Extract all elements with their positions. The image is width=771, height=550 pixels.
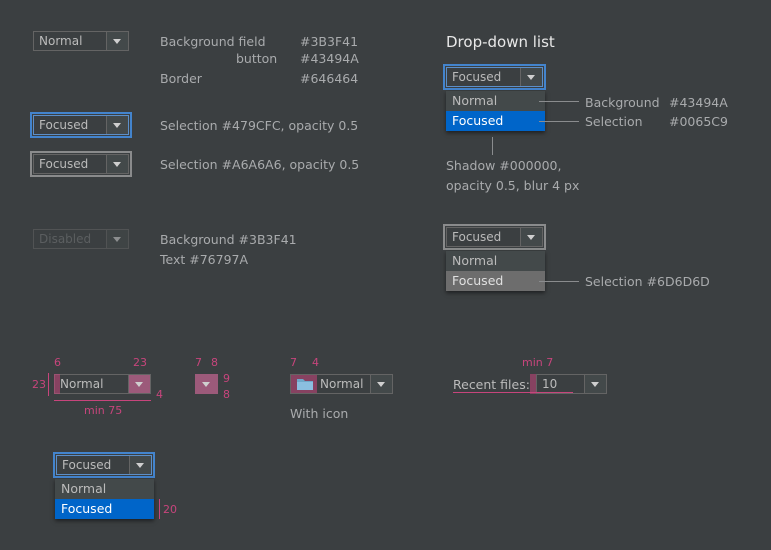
metric-4b: 4: [312, 356, 319, 369]
metric-23-vertical: 23: [32, 378, 46, 391]
note-bg-field: Background field: [160, 34, 266, 49]
metric-4: 4: [156, 388, 163, 401]
combo-metrics-text: Normal: [60, 377, 104, 391]
combo-disabled-text: Disabled: [39, 232, 92, 246]
note-border-hex: #646464: [300, 71, 359, 86]
dropdown-field-gray[interactable]: Focused: [446, 227, 543, 247]
metric-bar: [453, 392, 573, 393]
chevron-down-icon[interactable]: [370, 375, 392, 393]
dropdown-shadow-2: opacity 0.5, blur 4 px: [446, 178, 580, 193]
combo-focused-gray[interactable]: Focused: [33, 154, 129, 174]
dropdown-field-blue[interactable]: Focused: [446, 67, 543, 87]
dropdown-title: Drop-down list: [446, 33, 555, 51]
list-item[interactable]: Normal: [446, 251, 545, 271]
combo-metrics[interactable]: Normal: [54, 374, 151, 394]
metric-20: 20: [163, 503, 177, 516]
recent-files-label: Recent files:: [453, 377, 530, 392]
combo-with-icon[interactable]: Normal: [290, 374, 393, 394]
leader-line: [492, 137, 493, 155]
recent-files-value: 10: [542, 377, 558, 391]
recent-files-combo[interactable]: 10: [536, 374, 607, 394]
chevron-down-icon[interactable]: [106, 155, 128, 173]
combo-normal-text: Normal: [39, 34, 83, 48]
list-item-selected[interactable]: Focused: [55, 499, 154, 519]
chevron-down-icon: [106, 230, 128, 248]
dropdown-field-text: Focused: [452, 70, 502, 84]
bottom-dropdown-text: Focused: [62, 458, 112, 472]
dropdown-bg-hex: #43494A: [669, 95, 728, 110]
metric-bar: [48, 373, 49, 396]
list-item[interactable]: Normal: [55, 479, 154, 499]
dropdown-shadow-1: Shadow #000000,: [446, 158, 562, 173]
chevron-down-icon[interactable]: [584, 375, 606, 393]
dropdown-field-text: Focused: [452, 230, 502, 244]
combo-disabled: Disabled: [33, 229, 129, 249]
leader-line: [539, 101, 579, 102]
chevron-down-icon[interactable]: [106, 116, 128, 134]
folder-icon: [291, 375, 317, 393]
list-item-selected[interactable]: Focused: [446, 271, 545, 291]
with-icon-label: With icon: [290, 406, 349, 421]
combo-focused-text: Focused: [39, 118, 89, 132]
leader-line: [539, 121, 579, 122]
note-button: button: [236, 51, 278, 66]
note-button-hex: #43494A: [300, 51, 359, 66]
metric-min75: min 75: [84, 404, 123, 417]
metric-7: 7: [195, 356, 202, 369]
dropdown-sel-hex: #0065C9: [669, 114, 728, 129]
list-item-selected[interactable]: Focused: [446, 111, 545, 131]
bottom-dropdown-list: Normal Focused: [55, 479, 154, 519]
button-metrics[interactable]: [195, 374, 218, 394]
dropdown-sel-label: Selection: [585, 114, 643, 129]
note-border: Border: [160, 71, 202, 86]
dropdown-sel2: Selection #6D6D6D: [585, 274, 710, 289]
list-item[interactable]: Normal: [446, 91, 545, 111]
combo-with-icon-text: Normal: [320, 377, 364, 391]
dropdown-list-blue: Normal Focused: [446, 91, 545, 131]
bottom-dropdown-field[interactable]: Focused: [56, 455, 152, 475]
metric-padding-highlight: [54, 374, 60, 394]
combo-normal[interactable]: Normal: [33, 31, 129, 51]
metric-bar: [159, 499, 160, 519]
chevron-down-icon[interactable]: [128, 375, 150, 393]
dropdown-list-gray: Normal Focused: [446, 251, 545, 291]
note-disabled-bg: Background #3B3F41: [160, 232, 297, 247]
leader-line: [539, 281, 579, 282]
metric-bar: [54, 400, 151, 401]
chevron-down-icon[interactable]: [196, 375, 217, 393]
combo-focused-blue[interactable]: Focused: [33, 115, 129, 135]
metric-23: 23: [133, 356, 147, 369]
metric-6: 6: [54, 356, 61, 369]
metric-9: 9: [223, 372, 230, 385]
chevron-down-icon[interactable]: [520, 68, 542, 86]
dropdown-bg-label: Background: [585, 95, 660, 110]
combo-focused-text: Focused: [39, 157, 89, 171]
note-selection-blue: Selection #479CFC, opacity 0.5: [160, 118, 359, 133]
note-bg-field-hex: #3B3F41: [300, 34, 359, 49]
chevron-down-icon[interactable]: [520, 228, 542, 246]
chevron-down-icon[interactable]: [106, 32, 128, 50]
metric-min7: min 7: [522, 356, 554, 369]
metric-8: 8: [211, 356, 218, 369]
note-disabled-text: Text #76797A: [160, 252, 249, 267]
metric-8b: 8: [223, 388, 230, 401]
note-selection-gray: Selection #A6A6A6, opacity 0.5: [160, 157, 360, 172]
chevron-down-icon[interactable]: [129, 456, 151, 474]
metric-7b: 7: [290, 356, 297, 369]
